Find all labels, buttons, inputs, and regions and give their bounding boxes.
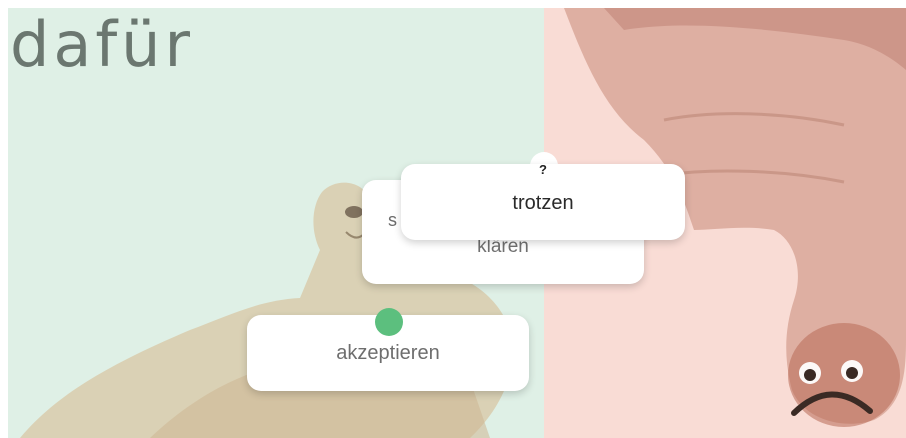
question-mark-icon: ? bbox=[539, 162, 547, 177]
card-partial-text: s bbox=[388, 210, 397, 230]
answer-card-trotzen[interactable]: ? trotzen bbox=[401, 162, 685, 240]
game-scene: dafür s klären akzeptieren ? trotzen bbox=[0, 0, 906, 438]
drop-marker-dot bbox=[375, 308, 403, 336]
card-label: akzeptieren bbox=[336, 341, 440, 364]
card-label: trotzen bbox=[512, 192, 574, 214]
category-title: dafür bbox=[10, 8, 194, 81]
sad-face-icon bbox=[791, 360, 873, 416]
